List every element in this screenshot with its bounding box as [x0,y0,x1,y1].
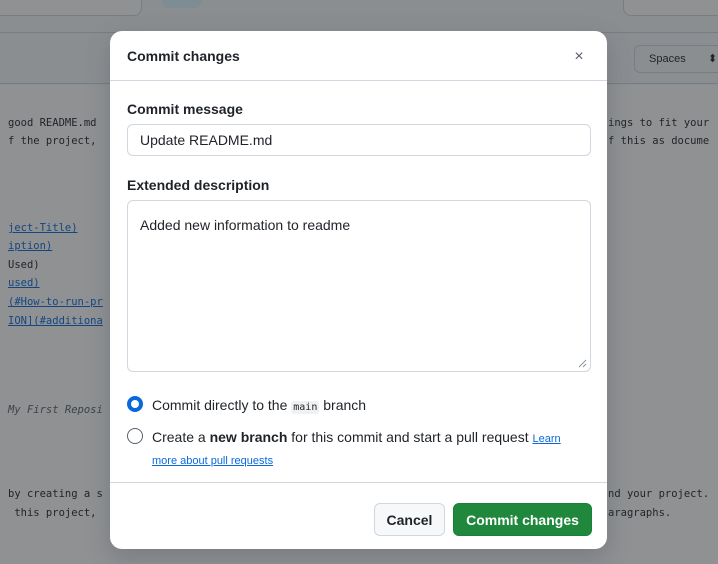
commit-message-label: Commit message [127,101,243,117]
commit-directly-radio[interactable] [127,396,143,412]
close-icon[interactable]: × [566,44,592,70]
option-text: Commit directly to the [152,397,292,413]
extended-description-label: Extended description [127,177,270,193]
option-text-bold: new branch [209,429,288,445]
cancel-button[interactable]: Cancel [374,503,445,536]
commit-directly-option[interactable]: Commit directly to the main branch [127,395,366,418]
branch-name: main [291,401,320,414]
dialog-footer: Cancel Commit changes [110,482,607,549]
new-branch-radio[interactable] [127,428,143,444]
commit-directly-label: Commit directly to the main branch [152,395,366,418]
option-text: branch [319,397,367,413]
commit-changes-button[interactable]: Commit changes [453,503,592,536]
commit-changes-dialog: Commit changes × Commit message Extended… [110,31,607,549]
dialog-title: Commit changes [127,48,240,64]
new-branch-option[interactable]: Create a new branch for this commit and … [127,427,587,471]
extended-description-textarea[interactable]: Added new information to readme [127,200,591,372]
resize-grip-icon[interactable] [577,358,587,368]
option-text: Create a [152,429,210,445]
new-branch-label: Create a new branch for this commit and … [152,427,584,471]
dialog-header: Commit changes × [110,31,607,81]
commit-message-input[interactable] [127,124,591,156]
option-text: for this commit and start a pull request [287,429,533,445]
